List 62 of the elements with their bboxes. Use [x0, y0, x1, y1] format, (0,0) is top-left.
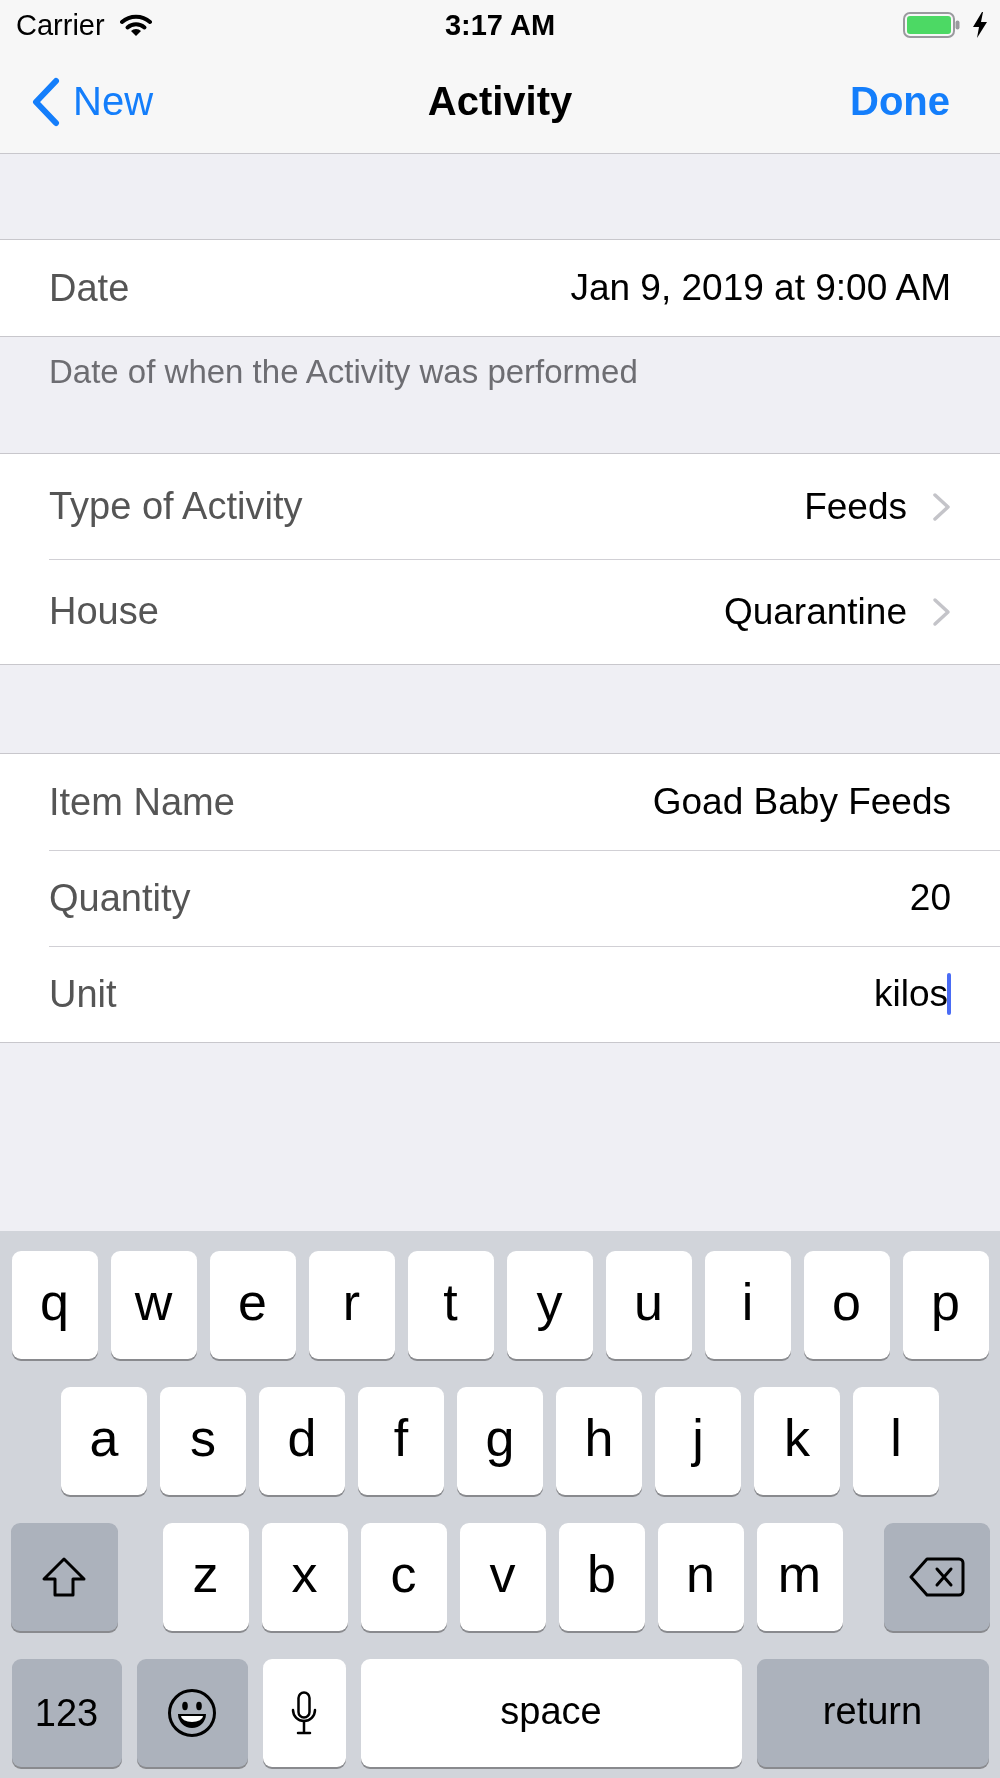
done-button[interactable]: Done [850, 79, 950, 124]
carrier-name: Carrier [16, 8, 105, 42]
battery-icon [903, 12, 960, 38]
letter-key[interactable]: n [657, 1523, 744, 1631]
date-value: Jan 9, 2019 at 9:00 AM [570, 267, 951, 309]
chevron-right-icon [932, 596, 951, 627]
letter-key[interactable]: x [261, 1523, 348, 1631]
section-footer-text: Date of when the Activity was performed [49, 353, 638, 390]
text-cursor-icon [947, 973, 951, 1015]
numbers-key[interactable]: 123 [11, 1659, 122, 1767]
shift-key[interactable] [10, 1523, 118, 1631]
field-label: Unit [49, 972, 117, 1016]
lightning-bolt-icon [973, 12, 987, 38]
screen-title: Activity [427, 79, 573, 124]
letter-key[interactable]: b [558, 1523, 645, 1631]
delete-key[interactable] [883, 1523, 990, 1631]
letter-key[interactable]: j [655, 1387, 741, 1495]
letter-key[interactable]: d [259, 1387, 345, 1495]
letter-key[interactable]: w [110, 1251, 197, 1359]
letter-key[interactable]: o [803, 1251, 890, 1359]
field-label: Item Name [49, 780, 235, 824]
chevron-right-icon [932, 491, 951, 522]
back-button[interactable]: New [31, 76, 154, 127]
microphone-icon [290, 1691, 318, 1735]
shift-icon [40, 1556, 88, 1598]
letter-key[interactable]: u [605, 1251, 692, 1359]
text-field[interactable]: 20 [909, 877, 951, 919]
letter-key[interactable]: g [457, 1387, 543, 1495]
letter-key[interactable]: m [756, 1523, 843, 1631]
letter-key[interactable]: c [360, 1523, 447, 1631]
letter-key[interactable]: t [407, 1251, 494, 1359]
letter-key[interactable]: v [459, 1523, 546, 1631]
chevron-left-icon [31, 76, 61, 127]
dictation-key[interactable] [262, 1659, 346, 1767]
field-label: Type of Activity [49, 485, 303, 528]
text-field[interactable]: Goad Baby Feeds [652, 781, 951, 823]
field-label: Quantity [49, 876, 191, 920]
letter-key[interactable]: k [754, 1387, 840, 1495]
letter-key[interactable]: l [853, 1387, 939, 1495]
return-key[interactable]: return [756, 1659, 989, 1767]
status-time: 3:17 AM [444, 8, 556, 42]
letter-key[interactable]: h [556, 1387, 642, 1495]
letter-key[interactable]: e [209, 1251, 296, 1359]
detail-value: Quarantine [723, 590, 907, 633]
letter-key[interactable]: r [308, 1251, 395, 1359]
smiley-icon [167, 1688, 217, 1738]
text-field[interactable]: kilos [873, 973, 951, 1015]
letter-key[interactable]: s [160, 1387, 246, 1495]
backspace-icon [908, 1557, 965, 1597]
field-label: House [49, 590, 159, 633]
wifi-icon [119, 13, 152, 37]
letter-key[interactable]: p [902, 1251, 989, 1359]
field-label: Date [49, 266, 130, 310]
letter-key[interactable]: z [162, 1523, 249, 1631]
letter-key[interactable]: f [358, 1387, 444, 1495]
letter-key[interactable]: y [506, 1251, 593, 1359]
letter-key[interactable]: q [11, 1251, 98, 1359]
space-key[interactable]: space [360, 1659, 742, 1767]
emoji-key[interactable] [136, 1659, 248, 1767]
letter-key[interactable]: i [704, 1251, 791, 1359]
letter-key[interactable]: a [61, 1387, 147, 1495]
detail-value: Feeds [804, 485, 907, 528]
